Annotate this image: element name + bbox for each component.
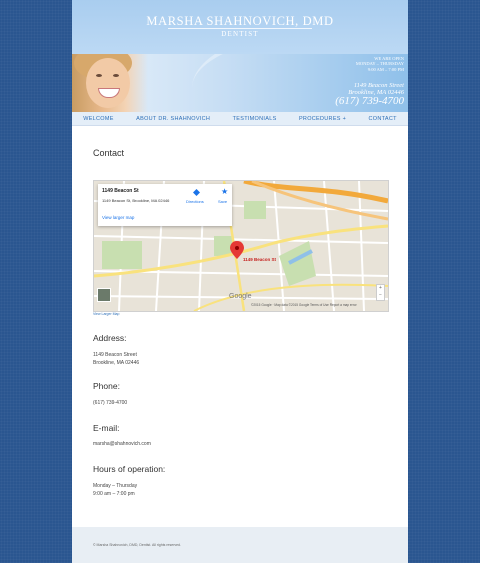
footer-copyright: © Marsha Shahnovich, DMD, Dentist. All r…	[93, 543, 181, 547]
map-attribution[interactable]: ©2015 Google · Map data ©2015 Google Ter…	[251, 303, 357, 307]
site-header: MARSHA SHAHNOVICH, DMD DENTIST	[72, 0, 408, 54]
address-text: 1149 Beacon Street Brookline, MA 02446	[93, 351, 139, 367]
map-pin-label: 1149 Beacon St	[243, 257, 277, 262]
email-link[interactable]: marsha@shahnovich.com	[93, 440, 151, 448]
google-logo: Google	[229, 293, 252, 300]
address-line-1: 1149 Beacon Street	[93, 352, 137, 358]
hours-heading: Hours of operation:	[93, 464, 166, 474]
hero-banner: WE ARE OPEN MONDAY – THURSDAY 9:00 AM – …	[72, 54, 408, 112]
page-title: Contact	[93, 148, 125, 158]
satellite-thumbnail[interactable]	[97, 288, 111, 302]
view-larger-map-small-link[interactable]: View Larger Map	[93, 312, 119, 316]
title-divider	[168, 28, 312, 29]
main-nav: WELCOME ABOUT DR. SHAHNOVICH TESTIMONIAL…	[72, 112, 408, 126]
site-footer: © Marsha Shahnovich, DMD, Dentist. All r…	[72, 527, 408, 563]
hours-text: Monday – Thursday 9:00 am – 7:00 pm	[93, 482, 137, 498]
phone-text: (617) 739-4700	[93, 400, 128, 406]
nav-item-about[interactable]: ABOUT DR. SHAHNOVICH	[136, 116, 210, 122]
banner-address-line-1: 1149 Beacon Street	[353, 82, 404, 89]
map-card-address: 1149 Beacon St, Brookline, MA 02446	[102, 198, 170, 203]
hours-text-line-1: Monday – Thursday	[93, 483, 138, 489]
save-button[interactable]: Save	[218, 199, 227, 204]
nav-item-contact[interactable]: CONTACT	[369, 116, 397, 122]
directions-button[interactable]: Directions	[186, 199, 204, 204]
banner-address: 1149 Beacon Street Brookline, MA 02446	[348, 82, 404, 96]
map-card-title: 1149 Beacon St	[102, 188, 139, 194]
banner-hours: WE ARE OPEN MONDAY – THURSDAY 9:00 AM – …	[356, 56, 404, 72]
zoom-control[interactable]: + −	[376, 284, 385, 301]
nav-item-procedures[interactable]: PROCEDURES +	[299, 116, 346, 122]
page-container: MARSHA SHAHNOVICH, DMD DENTIST WE ARE OP…	[72, 0, 408, 563]
embedded-map[interactable]: 1149 Beacon St 1149 Beacon St, Brookline…	[93, 180, 389, 312]
site-name[interactable]: MARSHA SHAHNOVICH, DMD	[72, 14, 408, 29]
map-info-card: 1149 Beacon St 1149 Beacon St, Brookline…	[98, 184, 232, 226]
nav-item-welcome[interactable]: WELCOME	[83, 116, 114, 122]
zoom-in-button[interactable]: +	[377, 285, 384, 292]
banner-phone: (617) 739-4700	[335, 95, 404, 107]
directions-icon[interactable]	[193, 189, 200, 196]
nav-item-testimonials[interactable]: TESTIMONIALS	[233, 116, 277, 122]
address-heading: Address:	[93, 333, 127, 343]
save-star-icon[interactable]: ★	[221, 188, 228, 196]
hours-text-line-2: 9:00 am – 7:00 pm	[93, 491, 135, 497]
phone-heading: Phone:	[93, 381, 120, 391]
smiling-woman-photo	[72, 54, 148, 112]
address-line-2: Brookline, MA 02446	[93, 360, 140, 366]
zoom-out-button[interactable]: −	[377, 292, 384, 299]
hours-line-3: 9:00 AM – 7:00 PM	[367, 66, 404, 72]
email-heading: E-mail:	[93, 423, 120, 433]
site-subtitle: DENTIST	[221, 30, 259, 38]
view-larger-map-link[interactable]: View larger map	[102, 215, 134, 220]
